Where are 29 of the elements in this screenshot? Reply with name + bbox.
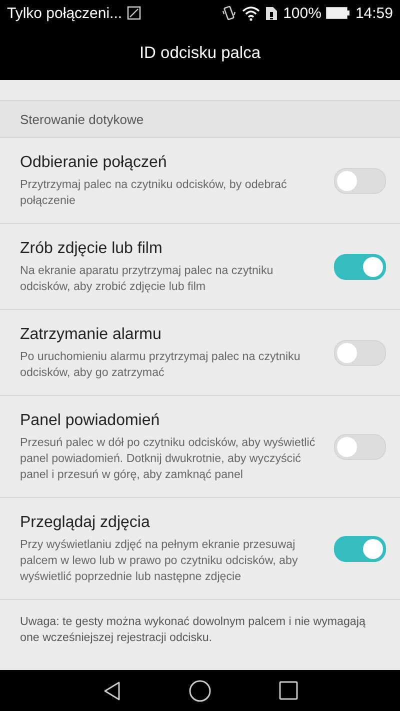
setting-description: Przy wyświetlaniu zdjęć na pełnym ekranie przesuwaj palcem w lewo lub w prawo po czytniku odcisków, aby wyświetlić poprzednie lub następne zdjęcie [20,537,299,585]
section-header: Sterowanie dotykowe [20,112,144,126]
image-icon [127,6,142,20]
battery-icon [326,7,350,19]
setting-description: Na ekranie aparatu przytrzymaj palec na czytniku odcisków, aby zrobić zdjęcie lub film [20,263,274,295]
vibrate-icon [221,5,238,21]
recent-apps-icon[interactable] [278,681,298,700]
toggle-switch[interactable] [334,254,386,280]
setting-title: Przeglądaj zdjęcia [20,513,151,533]
sim-card-icon [265,6,278,20]
battery-percent: 100% [283,4,322,22]
setting-description: Po uruchomieniu alarmu przytrzymaj palec na czytniku odcisków, aby go zatrzymać [20,349,302,381]
toggle-switch[interactable] [334,168,386,194]
setting-title: Zrób zdjęcie lub film [20,239,164,259]
home-icon[interactable] [188,680,210,702]
back-icon[interactable] [102,680,120,700]
setting-title: Panel powiadomień [20,411,161,431]
clock: 14:59 [355,4,393,22]
toggle-switch[interactable] [334,536,386,562]
toggle-switch[interactable] [334,434,386,460]
setting-title: Zatrzymanie alarmu [20,325,162,345]
notification-text: Tylko połączeni... [7,4,122,22]
screen-title: ID odcisku palca [139,44,261,62]
setting-title: Odbieranie połączeń [20,153,168,173]
setting-description: Przesuń palec w dół po czytniku odcisków, aby wyświetlić panel powiadomień. Dotknij dwukrotnie, aby wyczyścić panel i przesuń w górę, aby zamknąć panel [20,435,316,483]
setting-description: Przytrzymaj palec na czytniku odcisków, by odebrać połączenie [20,177,288,209]
toggle-switch[interactable] [334,340,386,366]
wifi-icon [242,6,260,20]
footer-note: Uwaga: te gesty można wykonać dowolnym palcem i nie wymagają one wcześniejszej rejestracji odcisku. [20,614,366,646]
